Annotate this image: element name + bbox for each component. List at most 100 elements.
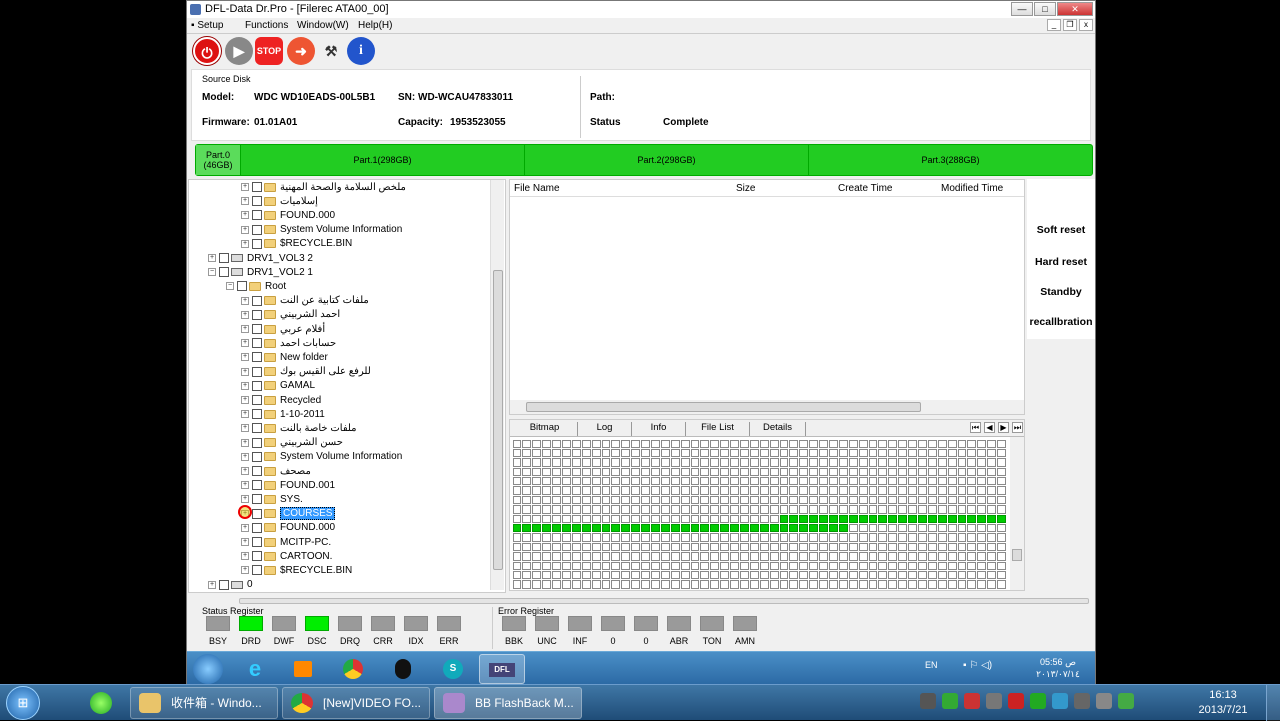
- col-size[interactable]: Size: [736, 183, 755, 194]
- tree-checkbox[interactable]: [252, 480, 262, 491]
- tree-item-label[interactable]: 0: [247, 579, 253, 590]
- tree-checkbox[interactable]: [219, 579, 229, 590]
- title-bar[interactable]: DFL-Data Dr.Pro - [Filerec ATA00_00] — □…: [187, 1, 1095, 18]
- tree-checkbox[interactable]: [252, 423, 262, 434]
- tray-icon-8[interactable]: [1074, 693, 1090, 709]
- tree-row[interactable]: + حسابات احمد: [241, 336, 336, 350]
- mdi-restore-button[interactable]: ❐: [1063, 19, 1077, 31]
- tree-row[interactable]: + للرفع على القيس بوك: [241, 365, 371, 379]
- tree-expander-icon[interactable]: +: [241, 183, 249, 191]
- dfl-taskbar-button[interactable]: DFL: [479, 654, 525, 684]
- menu-setup[interactable]: ▪ Setup: [191, 20, 223, 31]
- standby-button[interactable]: Standby: [1027, 286, 1095, 298]
- tree-expander-icon[interactable]: +: [241, 367, 249, 376]
- tree-checkbox[interactable]: [237, 281, 247, 292]
- tray-icon-1[interactable]: [920, 693, 936, 709]
- media-player-icon[interactable]: [283, 654, 323, 684]
- bitmap-scrollbar[interactable]: [1010, 437, 1024, 590]
- menu-window[interactable]: Window(W): [297, 20, 349, 31]
- tree-row[interactable]: + System Volume Information: [241, 223, 402, 237]
- tree-expander-icon[interactable]: +: [241, 211, 249, 220]
- shield-icon[interactable]: [1118, 693, 1134, 709]
- tree-row[interactable]: − Root: [226, 279, 286, 293]
- tree-item-label[interactable]: DRV1_VOL3 2: [247, 253, 313, 264]
- tray-icon-6[interactable]: [1030, 693, 1046, 709]
- tree-checkbox[interactable]: [252, 508, 262, 519]
- tree-row[interactable]: + Recycled: [241, 393, 321, 407]
- tree-item-label[interactable]: New folder: [280, 352, 328, 363]
- maximize-button[interactable]: □: [1034, 2, 1056, 16]
- tree-item-label[interactable]: COURSES: [280, 507, 336, 521]
- tree-scroll-thumb[interactable]: [493, 270, 503, 570]
- tree-item-label[interactable]: $RECYCLE.BIN: [280, 238, 352, 249]
- partition-0[interactable]: Part.0 (46GB): [196, 145, 241, 175]
- chrome-icon[interactable]: [333, 654, 373, 684]
- menu-functions[interactable]: Functions: [245, 20, 288, 31]
- tree-checkbox[interactable]: [219, 267, 229, 278]
- tree-row[interactable]: + System Volume Information: [241, 450, 402, 464]
- tree-item-label[interactable]: System Volume Information: [280, 451, 402, 462]
- tree-item-label[interactable]: ملخص السلامة والصحة المهنية: [280, 182, 406, 193]
- tab-log[interactable]: Log: [578, 422, 632, 436]
- tree-checkbox[interactable]: [252, 565, 262, 576]
- tree-checkbox[interactable]: [252, 537, 262, 547]
- power-icon[interactable]: ⏻: [193, 37, 221, 65]
- close-button[interactable]: ✕: [1057, 2, 1093, 16]
- tree-item-label[interactable]: حسابات احمد: [280, 338, 336, 349]
- tree-item-label[interactable]: FOUND.000: [280, 522, 335, 533]
- menu-help[interactable]: Help(H): [358, 20, 392, 31]
- file-list-hscroll-thumb[interactable]: [526, 402, 921, 412]
- ie-icon[interactable]: e: [235, 654, 275, 684]
- next-page-icon[interactable]: ▶: [998, 422, 1009, 433]
- tree-checkbox[interactable]: [252, 522, 262, 533]
- tree-item-label[interactable]: $RECYCLE.BIN: [280, 565, 352, 576]
- tree-row[interactable]: +1-10-2011: [241, 407, 325, 421]
- tree-expander-icon[interactable]: +: [241, 481, 249, 490]
- tree-expander-icon[interactable]: +: [241, 239, 249, 248]
- play-icon[interactable]: ▶: [225, 37, 253, 65]
- hard-reset-button[interactable]: Hard reset: [1027, 256, 1095, 268]
- tree-expander-icon[interactable]: +: [241, 310, 249, 319]
- main-hscroll[interactable]: [191, 597, 1091, 605]
- tree-checkbox[interactable]: [252, 437, 262, 448]
- tree-row[interactable]: + ملخص السلامة والصحة المهنية: [241, 180, 406, 194]
- inner-clock[interactable]: 05:56 ص ٢٠١٣/٠٧/١٤: [1029, 656, 1087, 680]
- tree-expander-icon[interactable]: +: [208, 580, 216, 589]
- tree-item-label[interactable]: 1-10-2011: [280, 409, 325, 420]
- tree-expander-icon[interactable]: +: [241, 452, 249, 461]
- tray-icon-3[interactable]: [964, 693, 980, 709]
- tree-item-label[interactable]: ملفات خاصة بالنت: [280, 423, 357, 434]
- tree-expander-icon[interactable]: +: [241, 197, 249, 206]
- tree-row[interactable]: + FOUND.000: [241, 208, 335, 222]
- tree-item-label[interactable]: DRV1_VOL2 1: [247, 267, 313, 278]
- minimize-button[interactable]: —: [1011, 2, 1033, 16]
- taskbar-button-chrome[interactable]: [New]VIDEO FO...: [282, 687, 430, 719]
- recalibration-button[interactable]: recallbration: [1027, 316, 1095, 328]
- tree-checkbox[interactable]: [252, 551, 262, 562]
- last-page-icon[interactable]: ⏭: [1012, 422, 1023, 433]
- tree-item-label[interactable]: Root: [265, 281, 286, 292]
- tree-row[interactable]: + حسن الشربيني: [241, 436, 343, 450]
- tree-expander-icon[interactable]: +: [241, 523, 249, 532]
- tree-item-label[interactable]: MCITP-PC.: [280, 537, 331, 548]
- tree-row[interactable]: +0: [208, 578, 253, 592]
- tray-icon-4[interactable]: [986, 693, 1002, 709]
- tree-row[interactable]: + $RECYCLE.BIN: [241, 237, 352, 251]
- bitmap-scroll-thumb[interactable]: [1012, 549, 1022, 561]
- partition-2[interactable]: Part.2(298GB): [525, 145, 809, 175]
- tree-checkbox[interactable]: [252, 324, 262, 334]
- tree-expander-icon[interactable]: +: [241, 325, 249, 333]
- tree-checkbox[interactable]: [219, 253, 229, 263]
- tree-row[interactable]: + SYS.: [241, 492, 303, 506]
- tree-expander-icon[interactable]: +: [241, 381, 249, 390]
- mdi-close-button[interactable]: x: [1079, 19, 1093, 31]
- taskbar-button-flashback[interactable]: BB FlashBack M...: [434, 687, 582, 719]
- tab-bitmap[interactable]: Bitmap: [512, 422, 578, 436]
- tree-expander-icon[interactable]: +: [241, 538, 249, 546]
- tree-row[interactable]: + New folder: [241, 350, 328, 364]
- tree-checkbox[interactable]: [252, 395, 262, 405]
- tree-item-label[interactable]: حسن الشربيني: [280, 437, 343, 448]
- qq-icon[interactable]: [383, 654, 423, 684]
- partition-1[interactable]: Part.1(298GB): [241, 145, 525, 175]
- start-button[interactable]: ⊞: [6, 686, 40, 720]
